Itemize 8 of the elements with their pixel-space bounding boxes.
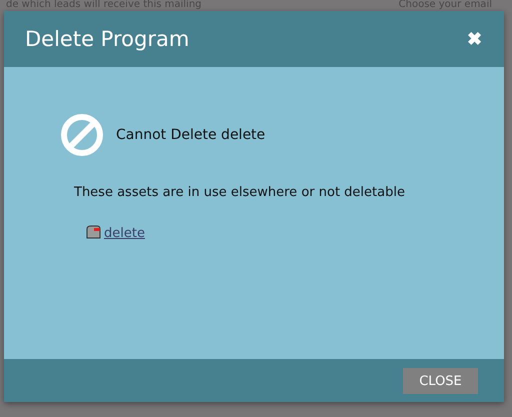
dialog-title: Delete Program bbox=[25, 27, 190, 51]
close-button[interactable]: ✖ bbox=[467, 28, 482, 50]
mailbox-icon bbox=[84, 225, 102, 241]
prohibited-icon bbox=[60, 113, 104, 157]
close-button[interactable]: CLOSE bbox=[403, 368, 478, 394]
error-message: Cannot Delete delete bbox=[116, 127, 266, 143]
description-text: These assets are in use elsewhere or not deletable bbox=[74, 185, 406, 200]
asset-link[interactable]: delete bbox=[104, 226, 145, 240]
